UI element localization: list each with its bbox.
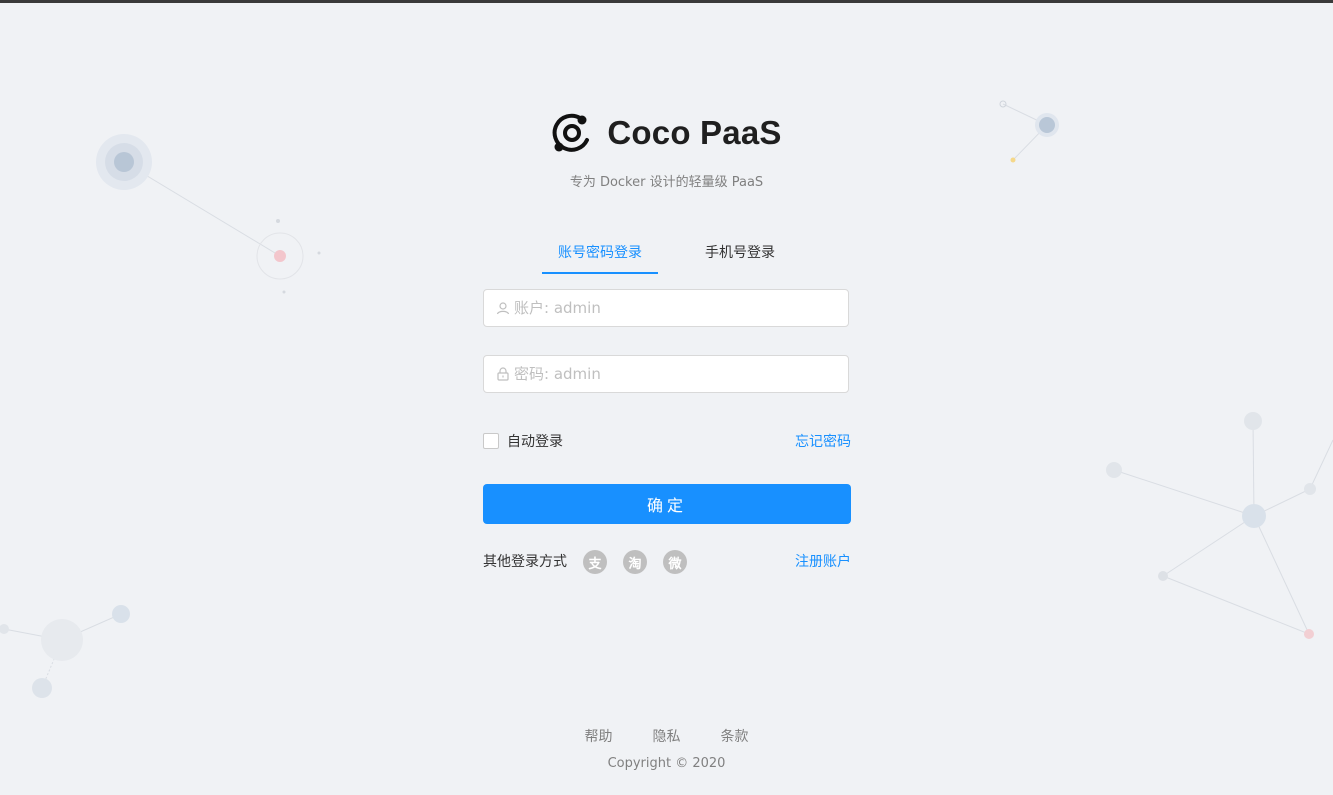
terms-link[interactable]: 条款 <box>721 726 749 746</box>
remember-me[interactable]: 自动登录 <box>483 431 563 451</box>
username-input[interactable] <box>514 293 848 323</box>
app-subtitle: 专为 Docker 设计的轻量级 PaaS <box>569 175 764 190</box>
taobao-icon[interactable]: 淘 <box>623 550 647 574</box>
other-login-label: 其他登录方式 <box>483 554 567 570</box>
user-icon <box>496 301 510 315</box>
copyright-text: Copyright © 2020 <box>607 756 726 771</box>
brand-header: Coco PaaS <box>0 112 1333 154</box>
password-field <box>483 355 849 393</box>
remember-checkbox[interactable] <box>483 433 499 449</box>
help-link[interactable]: 帮助 <box>585 726 613 746</box>
footer-links: 帮助 隐私 条款 <box>0 726 1333 746</box>
orbit-logo-icon <box>553 113 590 152</box>
login-tabs: 账号密码登录 手机号登录 <box>542 236 792 274</box>
remember-label: 自动登录 <box>507 434 563 450</box>
password-input[interactable] <box>514 359 848 389</box>
privacy-link[interactable]: 隐私 <box>653 726 681 746</box>
tab-phone-login[interactable]: 手机号登录 <box>692 236 788 272</box>
username-field <box>483 289 849 327</box>
app-title: Coco PaaS <box>607 114 782 151</box>
submit-button[interactable]: 确定 <box>483 484 851 524</box>
lock-icon <box>496 367 510 381</box>
register-link[interactable]: 注册账户 <box>795 551 851 571</box>
tab-account-password[interactable]: 账号密码登录 <box>542 236 658 274</box>
forgot-password-link[interactable]: 忘记密码 <box>795 431 851 451</box>
weibo-icon[interactable]: 微 <box>663 550 687 574</box>
alipay-icon[interactable]: 支 <box>583 550 607 574</box>
